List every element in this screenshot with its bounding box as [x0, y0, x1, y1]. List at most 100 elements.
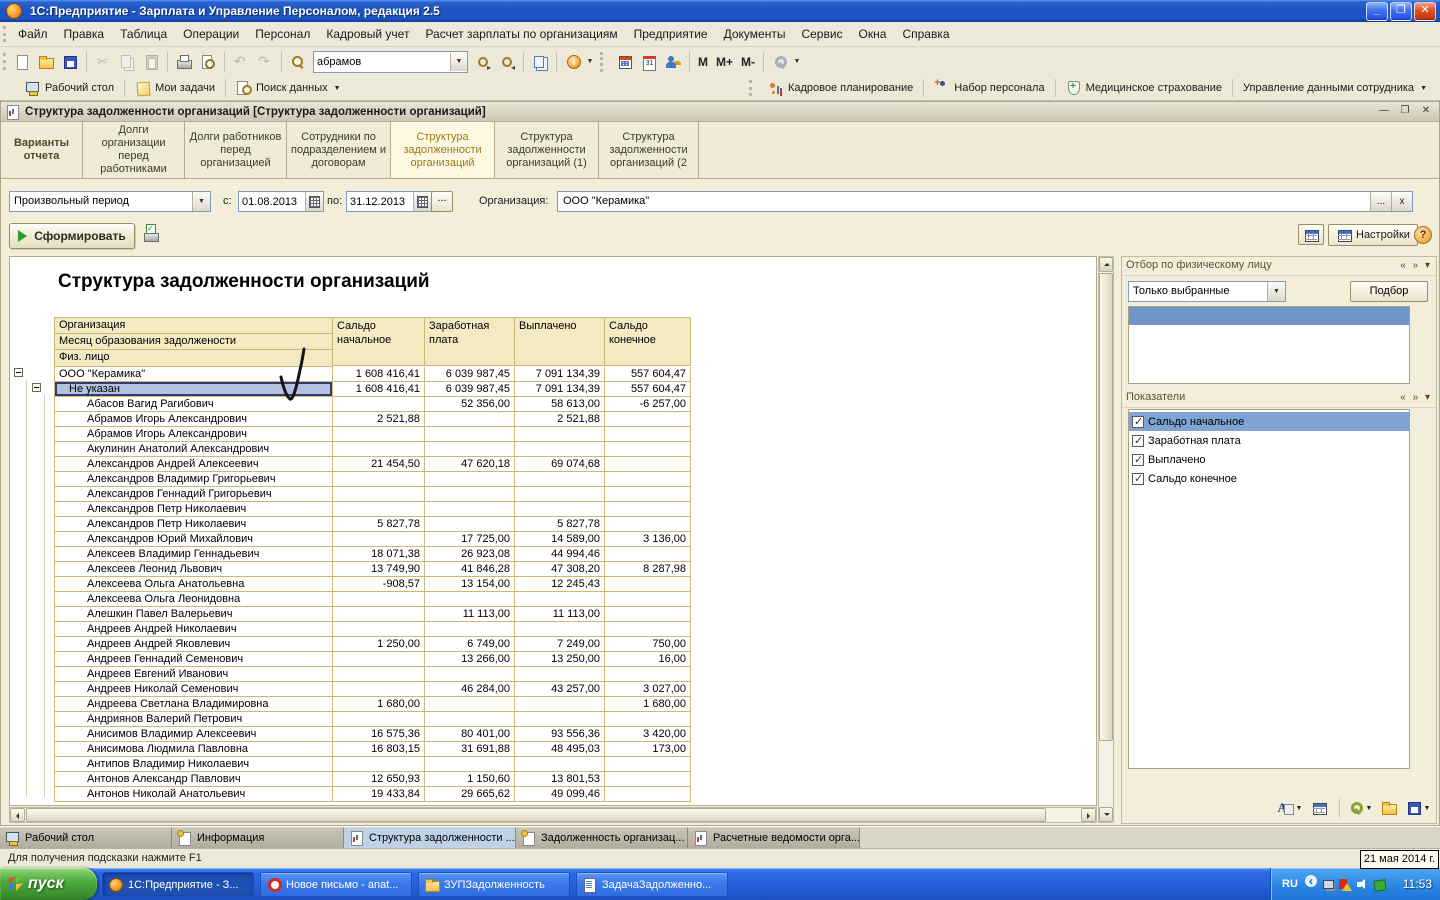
- table-cell-value[interactable]: [605, 622, 691, 637]
- table-cell-value[interactable]: 557 604,47: [605, 382, 691, 397]
- table-cell-value[interactable]: [333, 532, 425, 547]
- report-tab-2[interactable]: Долги работников перед организацией: [185, 122, 287, 178]
- indicator-item[interactable]: Сальдо начальное: [1129, 412, 1409, 431]
- report-tab-1[interactable]: Долги организации перед работниками: [83, 122, 185, 178]
- table-cell-name[interactable]: Алексеев Владимир Геннадьевич: [55, 547, 333, 562]
- table-cell-value[interactable]: [333, 427, 425, 442]
- table-cell-value[interactable]: 12 650,93: [333, 772, 425, 787]
- table-cell-value[interactable]: 13 801,53: [515, 772, 605, 787]
- table-cell-value[interactable]: 29 665,62: [425, 787, 515, 802]
- scroll-right-icon[interactable]: [1081, 808, 1096, 822]
- calendar-icon[interactable]: [638, 51, 660, 73]
- dropdown-arrow-icon[interactable]: ▼: [792, 51, 802, 73]
- table-cell-value[interactable]: [333, 472, 425, 487]
- table-cell-name[interactable]: Александров Владимир Григорьевич: [55, 472, 333, 487]
- table-cell-value[interactable]: [333, 757, 425, 772]
- table-cell-value[interactable]: [425, 712, 515, 727]
- table-cell-value[interactable]: [333, 652, 425, 667]
- menu-payroll[interactable]: Расчет зарплаты по организациям: [417, 24, 625, 44]
- table-cell-value[interactable]: 21 454,50: [333, 457, 425, 472]
- search-box[interactable]: ▼: [313, 51, 468, 73]
- table-cell-value[interactable]: 7 249,00: [515, 637, 605, 652]
- organization-field[interactable]: ООО "Керамика" ... x: [557, 191, 1413, 212]
- indicator-item[interactable]: Выплачено: [1129, 450, 1409, 469]
- table-cell-value[interactable]: 93 556,36: [515, 727, 605, 742]
- table-cell-value[interactable]: 1 608 416,41: [333, 367, 425, 382]
- toolbar-button-recruiting[interactable]: Набор персонала: [927, 78, 1051, 98]
- settings-button[interactable]: Настройки: [1328, 224, 1418, 246]
- table-cell-name[interactable]: Андреев Геннадий Семенович: [55, 652, 333, 667]
- checkbox-checked-icon[interactable]: [1132, 435, 1144, 447]
- table-cell-value[interactable]: -6 257,00: [605, 397, 691, 412]
- table-cell-value[interactable]: 13 250,00: [515, 652, 605, 667]
- print-icon[interactable]: [173, 51, 195, 73]
- table-cell-name[interactable]: Александров Петр Николаевич: [55, 502, 333, 517]
- minimize-button[interactable]: _: [1366, 2, 1388, 21]
- search-input[interactable]: [314, 54, 450, 70]
- indicator-item[interactable]: Заработная плата: [1129, 431, 1409, 450]
- tree-collapse-icon[interactable]: [32, 383, 41, 392]
- language-indicator[interactable]: RU: [1279, 877, 1301, 891]
- table-cell-value[interactable]: 31 691,88: [425, 742, 515, 757]
- report-tab-3[interactable]: Сотрудники по подразделением и договорам: [287, 122, 391, 178]
- table-cell-value[interactable]: 1 150,60: [425, 772, 515, 787]
- table-cell-value[interactable]: 80 401,00: [425, 727, 515, 742]
- table-cell-value[interactable]: [515, 427, 605, 442]
- table-cell-value[interactable]: [425, 472, 515, 487]
- table-cell-name[interactable]: Александров Геннадий Григорьевич: [55, 487, 333, 502]
- close-button[interactable]: ✕: [1414, 2, 1436, 21]
- memory-add-button[interactable]: M+: [712, 55, 737, 69]
- table-cell-value[interactable]: [605, 757, 691, 772]
- open-settings-icon[interactable]: [1378, 797, 1400, 819]
- report-minimize-button[interactable]: —: [1375, 104, 1393, 119]
- table-cell-value[interactable]: [515, 622, 605, 637]
- table-cell-name[interactable]: Антипов Владимир Николаевич: [55, 757, 333, 772]
- table-cell-name[interactable]: Абасов Вагид Рагибович: [55, 397, 333, 412]
- table-cell-value[interactable]: 49 099,46: [515, 787, 605, 802]
- selection-list[interactable]: [1128, 306, 1410, 384]
- table-cell-value[interactable]: [333, 592, 425, 607]
- table-cell-value[interactable]: 16 575,36: [333, 727, 425, 742]
- table-cell-value[interactable]: 6 039 987,45: [425, 382, 515, 397]
- table-cell-value[interactable]: [515, 487, 605, 502]
- window-tab-4[interactable]: Задолженность организац...: [516, 827, 688, 848]
- menu-edit[interactable]: Правка: [56, 24, 113, 44]
- table-cell-value[interactable]: [605, 592, 691, 607]
- scroll-up-icon[interactable]: [1099, 257, 1113, 272]
- window-tab-2[interactable]: Информация: [172, 827, 344, 848]
- table-cell-value[interactable]: 1 608 416,41: [333, 382, 425, 397]
- toolbar-button-medical-insurance[interactable]: Медицинское страхование: [1059, 78, 1229, 98]
- table-cell-value[interactable]: 14 589,00: [515, 532, 605, 547]
- table-cell-value[interactable]: 11 113,00: [515, 607, 605, 622]
- period-dropdown-icon[interactable]: ▼: [192, 192, 210, 211]
- table-cell-value[interactable]: [605, 457, 691, 472]
- table-cell-value[interactable]: [425, 667, 515, 682]
- section-collapse-icons[interactable]: « » ▾: [1400, 257, 1432, 274]
- table-cell-value[interactable]: 2 521,88: [333, 412, 425, 427]
- table-cell-name[interactable]: Александров Юрий Михайлович: [55, 532, 333, 547]
- table-cell-value[interactable]: 1 250,00: [333, 637, 425, 652]
- table-cell-value[interactable]: [425, 757, 515, 772]
- table-cell-value[interactable]: [425, 517, 515, 532]
- new-document-icon[interactable]: [11, 51, 33, 73]
- table-cell-value[interactable]: [515, 472, 605, 487]
- menu-personnel[interactable]: Персонал: [247, 24, 318, 44]
- date-from-field[interactable]: [238, 191, 324, 212]
- checkbox-checked-icon[interactable]: [1132, 454, 1144, 466]
- table-cell-value[interactable]: [605, 517, 691, 532]
- period-combobox[interactable]: Произвольный период ▼: [9, 191, 211, 212]
- sync-icon[interactable]: [1373, 878, 1386, 891]
- taskbar-button-4[interactable]: ЗадачаЗадолженно...: [576, 872, 728, 897]
- dropdown-arrow-icon[interactable]: ▼: [1296, 805, 1303, 812]
- table-cell-value[interactable]: [515, 502, 605, 517]
- date-from-input[interactable]: [239, 192, 305, 211]
- table-cell-value[interactable]: 1 680,00: [605, 697, 691, 712]
- menu-file[interactable]: Файл: [10, 24, 56, 44]
- print-on-generate-icon[interactable]: [143, 227, 159, 243]
- selection-list-selected-row[interactable]: [1129, 307, 1409, 326]
- volume-icon[interactable]: [1356, 878, 1369, 891]
- scroll-down-icon[interactable]: [1099, 807, 1113, 822]
- hide-icons-chevron-icon[interactable]: [1305, 878, 1318, 891]
- dropdown-arrow-icon[interactable]: ▼: [1366, 805, 1373, 812]
- table-cell-value[interactable]: [605, 502, 691, 517]
